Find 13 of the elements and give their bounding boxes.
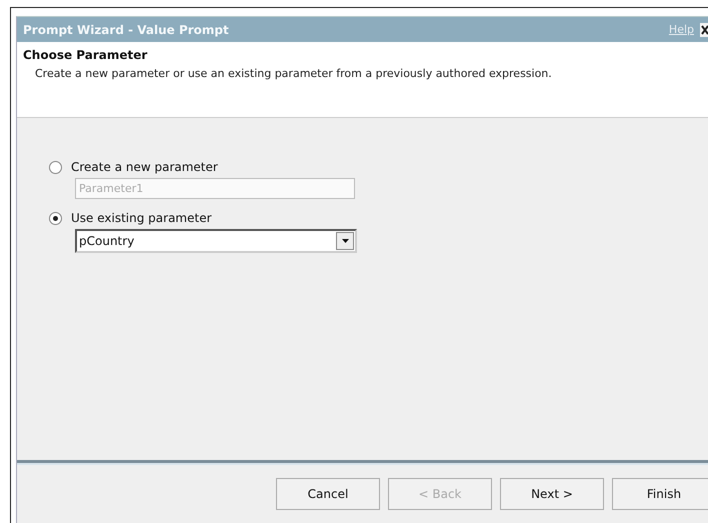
option-label: Create a new parameter (71, 160, 218, 174)
option-label: Use existing parameter (71, 211, 212, 225)
dropdown-arrow-icon (342, 239, 348, 243)
window-title: Prompt Wizard - Value Prompt (23, 22, 230, 36)
radio-button[interactable] (49, 212, 62, 224)
wizard-button[interactable]: Next > (500, 478, 604, 510)
step-title: Choose Parameter (23, 48, 148, 62)
parameter-dropdown[interactable]: pCountry (75, 229, 357, 253)
close-icon[interactable] (700, 22, 708, 36)
wizard-button[interactable]: Cancel (276, 478, 380, 510)
radio-button[interactable] (49, 160, 62, 174)
step-description: Create a new parameter or use an existing parameter from a previously authored expression. (35, 67, 553, 80)
wizard-button[interactable]: Finish (612, 478, 708, 510)
